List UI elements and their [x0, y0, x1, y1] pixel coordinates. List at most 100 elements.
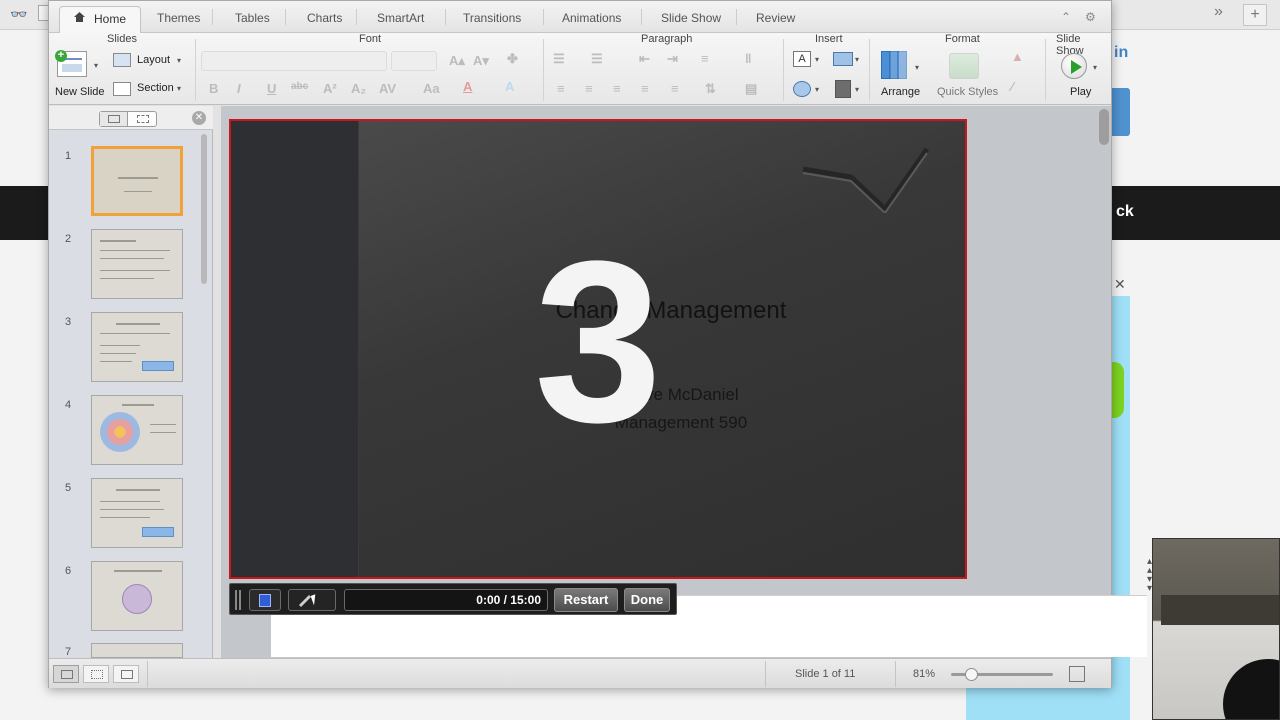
- thumb-number: 7: [65, 646, 72, 658]
- grow-font-icon[interactable]: A▴: [449, 53, 465, 69]
- slide-sorter-view-button[interactable]: [83, 665, 109, 683]
- background-blue-button[interactable]: [1112, 88, 1130, 136]
- chevron-down-icon: ▾: [815, 85, 820, 94]
- change-case-icon[interactable]: Aa: [423, 81, 440, 96]
- thumb-number: 5: [65, 482, 72, 494]
- line-spacing-icon[interactable]: ≡: [701, 51, 709, 66]
- tab-review[interactable]: Review: [756, 11, 795, 25]
- thumb-callout-box: [142, 361, 174, 371]
- section-icon: [113, 82, 131, 96]
- background-close-icon[interactable]: ✕: [1114, 276, 1126, 293]
- collapse-ribbon-icon[interactable]: ⌃: [1061, 10, 1071, 24]
- zoom-level[interactable]: 81%: [913, 668, 935, 680]
- group-separator: [783, 39, 784, 101]
- tab-transitions[interactable]: Transitions: [463, 11, 521, 25]
- tab-smartart[interactable]: SmartArt: [377, 11, 424, 25]
- italic-icon[interactable]: I: [237, 81, 241, 96]
- ribbon-settings-gear-icon[interactable]: ⚙: [1085, 10, 1096, 24]
- increase-indent-icon[interactable]: ⇥: [667, 51, 678, 67]
- clear-format-icon[interactable]: ✤: [507, 51, 518, 67]
- thumbnail-scrollbar[interactable]: [201, 134, 207, 284]
- tab-home[interactable]: Home: [59, 6, 142, 33]
- slide-thumbnail-3[interactable]: [91, 312, 183, 382]
- normal-view-button[interactable]: [53, 665, 79, 683]
- group-separator: [195, 39, 196, 101]
- ribbon: Slides Font Paragraph Insert Format Slid…: [49, 33, 1111, 105]
- thumb-text-line: [100, 250, 170, 251]
- close-panel-icon[interactable]: ✕: [192, 111, 206, 125]
- new-slide-label: New Slide: [55, 86, 105, 98]
- quick-styles-icon: [949, 53, 979, 79]
- tab-tables[interactable]: Tables: [235, 11, 270, 25]
- shape-line-icon[interactable]: ∕: [1011, 79, 1013, 94]
- tab-slide-show[interactable]: Slide Show: [661, 11, 721, 25]
- powerpoint-window: Home Themes Tables Charts SmartArt Trans…: [48, 0, 1152, 688]
- new-tab-button[interactable]: +: [1243, 4, 1267, 26]
- text-direction-icon[interactable]: ⇅: [705, 81, 716, 97]
- align-left-icon[interactable]: ≡: [557, 81, 565, 96]
- editor-scrollbar[interactable]: [1099, 109, 1109, 145]
- section-label: Section: [137, 82, 174, 94]
- outline-view-toggle[interactable]: [129, 112, 157, 126]
- restart-button[interactable]: Restart: [554, 588, 618, 612]
- zoom-slider-knob[interactable]: [964, 668, 978, 681]
- slide-thumbnail-4[interactable]: [91, 395, 183, 465]
- columns-icon[interactable]: ‖: [745, 51, 751, 66]
- numbering-icon[interactable]: ☰: [591, 51, 603, 67]
- slide-thumbnail-1[interactable]: [91, 146, 183, 216]
- background-green-button[interactable]: [1110, 362, 1124, 418]
- fit-to-window-icon[interactable]: [1069, 666, 1085, 682]
- thumb-callout-box: [142, 527, 174, 537]
- align-text-icon[interactable]: ▤: [745, 81, 757, 97]
- thumb-number: 6: [65, 565, 72, 577]
- thumb-text-line: [124, 191, 152, 192]
- tab-themes[interactable]: Themes: [157, 11, 200, 25]
- more-chevrons-icon[interactable]: »: [1214, 3, 1223, 21]
- align-right-icon[interactable]: ≡: [613, 81, 621, 96]
- text-effects-icon[interactable]: A: [505, 79, 514, 94]
- webcam-overlay: [1152, 538, 1280, 720]
- tab-charts[interactable]: Charts: [307, 11, 342, 25]
- justify-icon[interactable]: ≡: [641, 81, 649, 96]
- slide-thumbnail-2[interactable]: [91, 229, 183, 299]
- character-spacing-icon[interactable]: AV: [379, 81, 396, 96]
- group-separator: [1045, 39, 1046, 101]
- thumb-title-line: [100, 240, 136, 242]
- font-size-select[interactable]: [391, 51, 437, 71]
- align-center-icon[interactable]: ≡: [585, 81, 593, 96]
- presenter-icon: [121, 670, 133, 679]
- tab-separator: [285, 9, 286, 25]
- slide-left-band: [231, 121, 359, 577]
- thumb-text-line: [150, 432, 176, 433]
- font-name-select[interactable]: [201, 51, 387, 71]
- thumbnail-view-toggle[interactable]: [99, 111, 157, 127]
- recording-countdown: 3: [534, 213, 662, 470]
- subscript-icon[interactable]: A₂: [351, 81, 366, 96]
- slide-thumbnails-panel: ✕ 1 2 3 4 5 6 7: [49, 106, 213, 658]
- current-slide[interactable]: Change Management Dave McDaniel Manageme…: [229, 119, 967, 579]
- underline-icon[interactable]: U: [267, 81, 276, 96]
- shape-fill-icon[interactable]: ▲: [1011, 49, 1024, 64]
- tab-animations[interactable]: Animations: [562, 11, 621, 25]
- decrease-indent-icon[interactable]: ⇤: [639, 51, 650, 67]
- bullets-icon[interactable]: ☰: [553, 51, 565, 67]
- distributed-icon[interactable]: ≡: [671, 81, 679, 96]
- pause-record-button[interactable]: [249, 589, 281, 611]
- reader-glasses-icon[interactable]: 👓: [10, 6, 27, 23]
- play-label: Play: [1070, 86, 1092, 98]
- shrink-font-icon[interactable]: A▾: [473, 53, 489, 69]
- font-color-icon[interactable]: A: [463, 79, 472, 94]
- chevron-down-icon: ▾: [855, 55, 860, 64]
- slides-view-toggle[interactable]: [100, 112, 128, 126]
- slide-show-view-button[interactable]: [113, 665, 139, 683]
- slide-thumbnail-6[interactable]: [91, 561, 183, 631]
- bold-icon[interactable]: B: [209, 81, 218, 96]
- drag-grip-icon[interactable]: [235, 590, 241, 610]
- done-button[interactable]: Done: [624, 588, 670, 612]
- strikethrough-icon[interactable]: abc: [291, 81, 308, 92]
- superscript-icon[interactable]: A²: [323, 81, 337, 96]
- slide-thumbnail-7[interactable]: [91, 643, 183, 658]
- play-icon: [1061, 53, 1087, 79]
- group-title-font: Font: [359, 33, 382, 45]
- slide-thumbnail-5[interactable]: [91, 478, 183, 548]
